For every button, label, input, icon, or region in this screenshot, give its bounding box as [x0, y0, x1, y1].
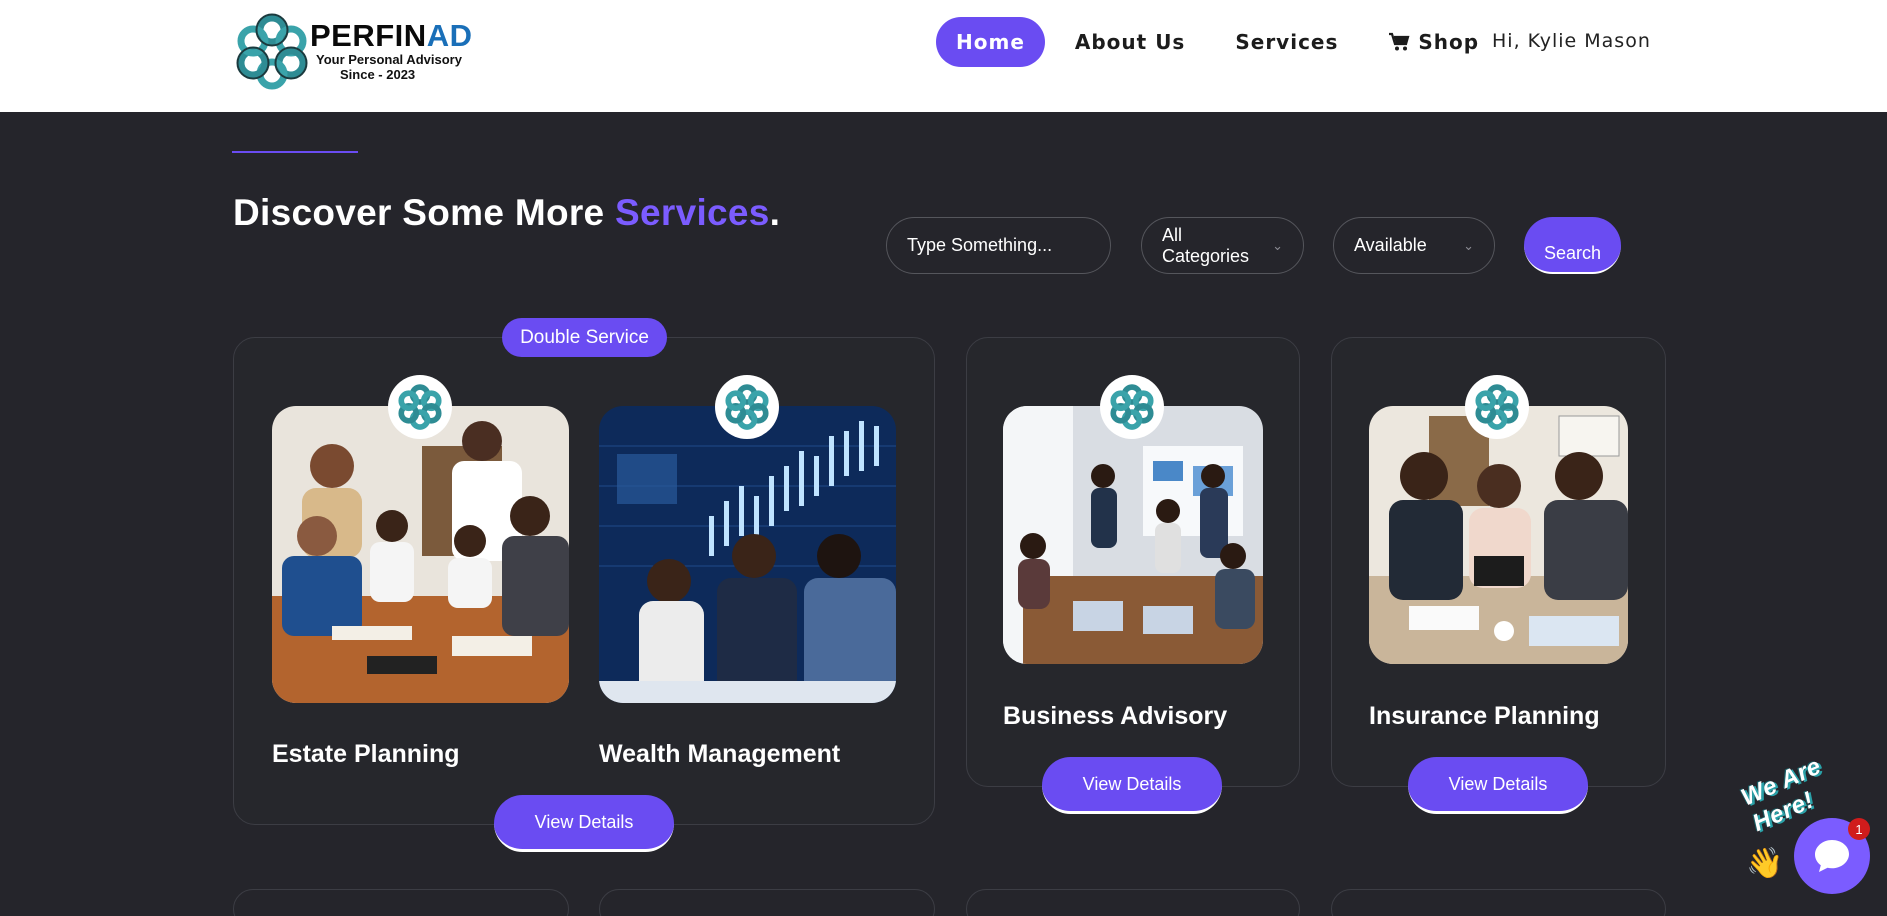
chat-bubble-icon [1815, 840, 1849, 872]
availability-select[interactable]: Available ⌄ [1333, 217, 1495, 274]
logo-title: PERFINAD [310, 18, 473, 53]
estate-planning-image [272, 406, 569, 703]
service-name: Insurance Planning [1369, 702, 1600, 730]
nav-services[interactable]: Services [1215, 17, 1358, 67]
page-title: Discover Some More Services. [233, 192, 781, 233]
logo-knot-icon [1475, 384, 1519, 430]
logo-tagline: Your Personal Advisory [316, 52, 462, 67]
view-details-button[interactable]: View Details [1408, 757, 1588, 814]
logo-text: PERFINAD Your Personal Advisory Since - … [310, 20, 472, 83]
nav-about-us[interactable]: About Us [1055, 17, 1205, 67]
search-button[interactable]: Search [1524, 217, 1621, 274]
service-name: Business Advisory [1003, 702, 1228, 730]
service-card[interactable] [599, 889, 935, 916]
provider-avatar [1465, 375, 1529, 439]
logo-knot-icon [236, 13, 308, 90]
insurance-planning-image [1369, 406, 1628, 664]
logo-knot-icon [398, 384, 442, 430]
waving-hand-icon: 👋 [1746, 847, 1784, 880]
nav-home[interactable]: Home [936, 17, 1045, 67]
accent-divider [232, 151, 358, 153]
site-header: PERFINAD Your Personal Advisory Since - … [0, 0, 1887, 112]
provider-avatar [1100, 375, 1164, 439]
service-card[interactable] [233, 889, 569, 916]
business-advisory-image [1003, 406, 1263, 664]
cart-icon [1389, 32, 1410, 51]
unread-badge: 1 [1848, 818, 1870, 840]
service-name: Wealth Management [599, 740, 841, 768]
nav-shop[interactable]: Shop [1368, 17, 1499, 67]
service-card[interactable] [966, 889, 1300, 916]
chevron-down-icon: ⌄ [1463, 237, 1474, 253]
service-card[interactable] [1331, 889, 1666, 916]
site-logo[interactable]: PERFINAD Your Personal Advisory Since - … [232, 12, 472, 92]
user-greeting[interactable]: Hi, Kylie Mason [1492, 30, 1651, 52]
provider-avatar [715, 375, 779, 439]
wealth-management-image [599, 406, 896, 703]
logo-knot-icon [1110, 384, 1154, 430]
provider-avatar [388, 375, 452, 439]
logo-knot-icon [725, 384, 769, 430]
main-nav: Home About Us Services Shop [936, 17, 1509, 67]
view-details-button[interactable]: View Details [1042, 757, 1222, 814]
category-select[interactable]: All Categories ⌄ [1141, 217, 1304, 274]
double-service-badge: Double Service [502, 318, 667, 357]
service-name: Estate Planning [272, 740, 460, 768]
view-details-button[interactable]: View Details [494, 795, 674, 852]
chevron-down-icon: ⌄ [1272, 237, 1283, 253]
search-input[interactable]: Type Something... [886, 217, 1111, 274]
logo-since: Since - 2023 [340, 67, 416, 82]
